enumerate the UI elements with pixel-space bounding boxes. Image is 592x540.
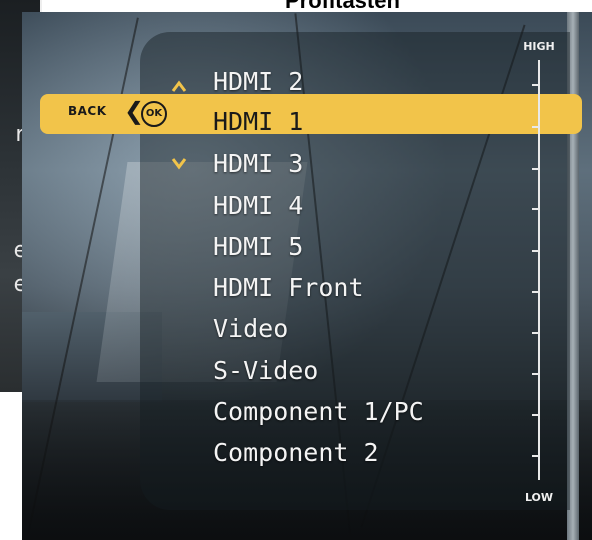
scale-tick: [532, 208, 540, 210]
ok-button[interactable]: OK: [141, 101, 167, 127]
menu-item-component-2[interactable]: Component 2: [213, 438, 379, 468]
chevron-up-icon[interactable]: [170, 78, 188, 96]
scale-tick: [532, 168, 540, 170]
scale-low-label: LOW: [524, 491, 554, 504]
scale-tick: [532, 250, 540, 252]
menu-item-hdmi-5[interactable]: HDMI 5: [213, 232, 303, 262]
chevron-down-icon[interactable]: [170, 154, 188, 172]
level-scale: [538, 60, 540, 480]
back-label: BACK: [68, 104, 107, 118]
menu-item-s-video[interactable]: S-Video: [213, 356, 318, 386]
menu-item-component-1-pc[interactable]: Component 1/PC: [213, 397, 424, 427]
menu-item-hdmi-front[interactable]: HDMI Front: [213, 273, 364, 303]
scale-tick: [532, 126, 540, 128]
menu-item-hdmi-4[interactable]: HDMI 4: [213, 191, 303, 221]
menu-item-video[interactable]: Video: [213, 314, 288, 344]
scale-tick: [532, 373, 540, 375]
scale-tick: [532, 84, 540, 86]
menu-item-hdmi-2[interactable]: HDMI 2: [213, 67, 303, 97]
scale-tick: [532, 332, 540, 334]
scale-tick: [532, 291, 540, 293]
menu-item-hdmi-1[interactable]: HDMI 1: [213, 107, 303, 137]
scale-high-label: HIGH: [523, 40, 555, 53]
scale-tick: [532, 455, 540, 457]
selection-highlight: [40, 94, 582, 134]
menu-item-hdmi-3[interactable]: HDMI 3: [213, 149, 303, 179]
scale-tick: [532, 414, 540, 416]
